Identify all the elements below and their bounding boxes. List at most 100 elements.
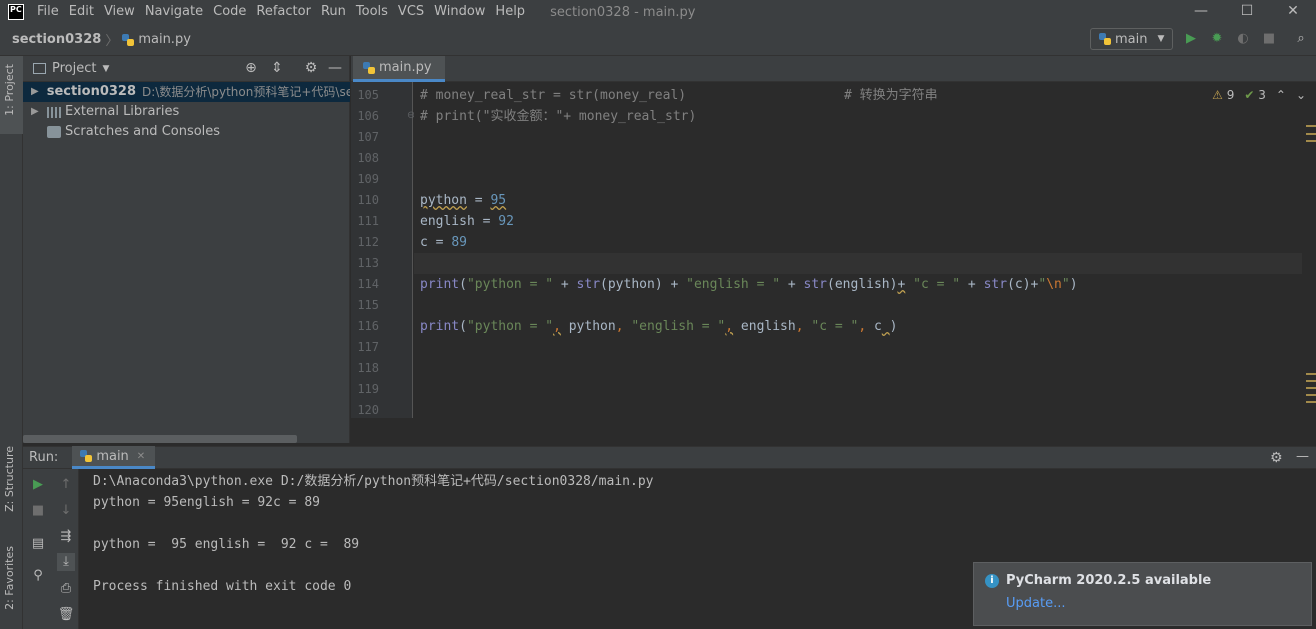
menu-run[interactable]: Run	[316, 0, 351, 24]
string: "python = "	[466, 319, 554, 334]
error-stripe-mark[interactable]	[1306, 133, 1316, 135]
project-view-icon	[33, 63, 46, 74]
menu-file[interactable]: File	[32, 0, 64, 24]
error-stripe-mark[interactable]	[1306, 140, 1316, 142]
code-text: (english)	[827, 277, 898, 292]
menu-refactor[interactable]: Refactor	[251, 0, 316, 24]
trash-icon[interactable]: 🗑	[57, 606, 75, 624]
line-number: 112	[357, 235, 379, 249]
punct: )	[889, 319, 898, 334]
menu-navigate[interactable]: Navigate	[140, 0, 208, 24]
chevron-down-icon: ▼	[1157, 34, 1165, 44]
project-view-selector[interactable]: Project	[52, 61, 96, 76]
layout-icon[interactable]: ▤	[29, 535, 47, 553]
run-icon[interactable]: ▶	[1182, 30, 1200, 48]
menu-edit[interactable]: Edit	[64, 0, 99, 24]
line-number: 109	[357, 172, 379, 186]
editor-tab-main-py[interactable]: main.py	[353, 56, 445, 82]
breadcrumb-file[interactable]: main.py	[122, 32, 191, 47]
hide-panel-icon[interactable]: —	[1296, 449, 1309, 464]
chevron-right-icon[interactable]: ▶	[31, 82, 39, 102]
python-icon	[1099, 33, 1111, 45]
line-number: 120	[357, 403, 379, 417]
code-text: (python) +	[600, 277, 687, 292]
update-link[interactable]: Update...	[1006, 596, 1065, 611]
chevron-right-icon[interactable]: ▶	[31, 102, 43, 122]
rerun-icon[interactable]: ▶	[29, 476, 47, 494]
warning-indicator[interactable]: ⚠ 9	[1212, 88, 1234, 102]
project-tool-tab[interactable]: 1: Project	[3, 64, 16, 116]
error-stripe-mark[interactable]	[1306, 373, 1316, 375]
chevron-up-icon[interactable]: ⌃	[1276, 88, 1286, 102]
close-icon[interactable]: ✕	[1270, 0, 1316, 24]
run-configuration-dropdown[interactable]: main ▼	[1090, 28, 1173, 50]
coverage-icon[interactable]: ◐	[1234, 30, 1252, 48]
scroll-to-end-icon[interactable]: ⤓	[57, 553, 75, 571]
tree-item-label: section0328	[46, 84, 137, 99]
code-line-106: # print("实收金额："+ money_real_str)	[420, 109, 697, 124]
code-editor[interactable]: # money_real_str = str(money_real) # 转换为字…	[414, 82, 1316, 418]
error-stripe-mark[interactable]	[1306, 380, 1316, 382]
run-toolbar: ▶ ↑ ■ ↓ ⇶ ▤ ⤓ ⚲ ⎙ 🗑	[23, 469, 79, 629]
horizontal-scrollbar[interactable]	[23, 435, 297, 443]
pin-icon[interactable]: ⚲	[29, 567, 47, 585]
breadcrumb-project[interactable]: section0328	[12, 32, 101, 47]
chevron-down-icon[interactable]: ▼	[102, 64, 109, 74]
weak-warning-count: 3	[1258, 88, 1266, 102]
menu-help[interactable]: Help	[490, 0, 530, 24]
gear-icon[interactable]: ⚙	[1270, 450, 1283, 466]
builtin: str	[803, 277, 828, 292]
structure-tool-tab[interactable]: Z: Structure	[3, 446, 16, 512]
editor-tab-bar: main.py	[351, 56, 1316, 82]
run-tab-main[interactable]: main ✕	[72, 446, 156, 469]
tree-item-project-root[interactable]: ▶ section0328 D:\数据分析\python预科笔记+代码\se	[23, 82, 350, 102]
stop-icon[interactable]: ■	[1260, 30, 1278, 48]
code-line-110: python = 95	[420, 190, 506, 211]
close-icon[interactable]: ✕	[137, 451, 145, 462]
menu-tools[interactable]: Tools	[351, 0, 393, 24]
tree-item-external-libraries[interactable]: ▶ External Libraries	[23, 102, 350, 122]
variable: english	[420, 214, 475, 229]
debug-icon[interactable]: ✹	[1208, 30, 1226, 48]
chevron-down-icon[interactable]: ⌄	[1296, 88, 1306, 102]
error-stripe-mark[interactable]	[1306, 387, 1316, 389]
line-number: 116	[357, 319, 379, 333]
console-line: python = 95english = 92c = 89	[93, 495, 320, 510]
menu-bar: PC File Edit View Navigate Code Refactor…	[0, 0, 1316, 24]
favorites-tool-tab[interactable]: 2: Favorites	[3, 546, 16, 610]
string: "c = "	[811, 319, 859, 334]
minimize-icon[interactable]: —	[1178, 0, 1224, 24]
punct: (	[459, 319, 467, 334]
weak-warning-indicator[interactable]: ✔ 3	[1244, 88, 1266, 102]
menu-view[interactable]: View	[99, 0, 140, 24]
menu-code[interactable]: Code	[208, 0, 251, 24]
arrow-down-icon[interactable]: ↓	[57, 502, 75, 520]
soft-wrap-icon[interactable]: ⇶	[57, 528, 75, 546]
search-icon[interactable]: ⌕	[1292, 30, 1310, 48]
inspection-widget[interactable]: ⚠ 9 ✔ 3 ⌃ ⌄	[1212, 88, 1306, 102]
error-stripe-mark[interactable]	[1306, 401, 1316, 403]
menu-window[interactable]: Window	[429, 0, 490, 24]
number: 92	[498, 214, 514, 229]
collapse-all-icon[interactable]: ⇕	[269, 60, 285, 76]
gear-icon[interactable]: ⚙	[303, 60, 319, 76]
code-text: c	[866, 319, 882, 334]
code-line-114: print("python = " + str(python) + "engli…	[420, 274, 1078, 295]
python-icon	[80, 450, 93, 462]
variable: c	[420, 235, 428, 250]
print-icon[interactable]: ⎙	[57, 580, 75, 598]
run-configuration-label: main	[1115, 31, 1148, 47]
maximize-icon[interactable]: ☐	[1224, 0, 1270, 24]
line-number: 110	[357, 193, 379, 207]
comma: ,	[858, 319, 867, 334]
code-text: (c)+	[1007, 277, 1039, 292]
arrow-up-icon[interactable]: ↑	[57, 476, 75, 494]
menu-vcs[interactable]: VCS	[393, 0, 429, 24]
stop-icon[interactable]: ■	[29, 502, 47, 520]
error-stripe-mark[interactable]	[1306, 394, 1316, 396]
hide-panel-icon[interactable]: —	[327, 60, 343, 76]
error-stripe-mark[interactable]	[1306, 125, 1316, 127]
locate-file-icon[interactable]: ⊕	[243, 60, 259, 76]
tree-item-scratches[interactable]: Scratches and Consoles	[23, 122, 350, 142]
